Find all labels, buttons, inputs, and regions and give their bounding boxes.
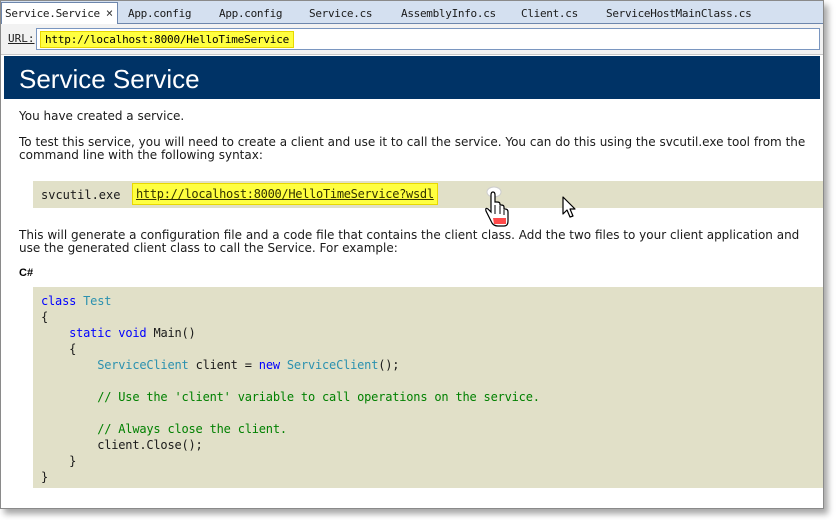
tab-assemblyinfo-cs[interactable]: AssemblyInfo.cs — [401, 4, 496, 23]
svcutil-label: svcutil.exe — [41, 188, 121, 202]
page-header: Service Service — [4, 56, 820, 99]
tab-client-cs[interactable]: Client.cs — [521, 4, 578, 23]
tab-service-service[interactable]: Service.Service × — [1, 2, 118, 24]
code-keyword: class — [41, 294, 77, 308]
code-text: } — [69, 454, 77, 468]
created-text: You have created a service. — [19, 109, 185, 123]
code-keyword: void — [118, 326, 147, 340]
code-keyword: static — [69, 326, 112, 340]
code-text: } — [41, 470, 49, 484]
browser-window: Service.Service × App.config App.config S… — [0, 0, 824, 509]
code-text: Main() — [153, 326, 196, 340]
code-type: Test — [83, 294, 112, 308]
generate-text: This will generate a configuration file … — [19, 228, 800, 255]
arrow-cursor-icon — [562, 196, 576, 218]
code-text: { — [41, 310, 49, 324]
tab-app-config-2[interactable]: App.config — [219, 4, 283, 23]
code-text: (); — [378, 358, 400, 372]
url-bar: URL: http://localhost:8000/HelloTimeServ… — [1, 24, 823, 55]
tab-servicehostmainclass-cs[interactable]: ServiceHostMainClass.cs — [606, 4, 752, 23]
close-icon[interactable]: × — [106, 3, 113, 23]
code-comment: // Always close the client. — [97, 422, 287, 436]
code-keyword: new — [258, 358, 280, 372]
code-sample: class Test { static void Main() { Servic… — [41, 293, 540, 485]
document-tab-strip: Service.Service × App.config App.config S… — [1, 1, 823, 24]
instructions-text: To test this service, you will need to c… — [19, 135, 806, 162]
url-input[interactable]: http://localhost:8000/HelloTimeService — [36, 28, 820, 50]
code-type: ServiceClient — [97, 358, 189, 372]
tab-app-config-1[interactable]: App.config — [128, 4, 192, 23]
url-label: URL: — [8, 32, 35, 45]
hand-pointer-icon — [485, 186, 509, 227]
code-text: client = — [195, 358, 252, 372]
svcutil-command-box: svcutil.exe http://localhost:8000/HelloT… — [33, 181, 823, 208]
tab-label: Service.Service — [5, 7, 100, 20]
code-comment: // Use the 'client' variable to call ope… — [97, 390, 540, 404]
page-title: Service Service — [19, 64, 200, 94]
code-sample-box: class Test { static void Main() { Servic… — [33, 287, 823, 488]
url-value: http://localhost:8000/HelloTimeService — [40, 31, 295, 48]
language-label: C# — [19, 267, 34, 279]
code-text: client.Close(); — [97, 438, 203, 452]
tab-service-cs[interactable]: Service.cs — [309, 4, 373, 23]
wsdl-link[interactable]: http://localhost:8000/HelloTimeService?w… — [132, 183, 438, 205]
code-text: { — [69, 342, 77, 356]
code-type: ServiceClient — [286, 358, 379, 372]
